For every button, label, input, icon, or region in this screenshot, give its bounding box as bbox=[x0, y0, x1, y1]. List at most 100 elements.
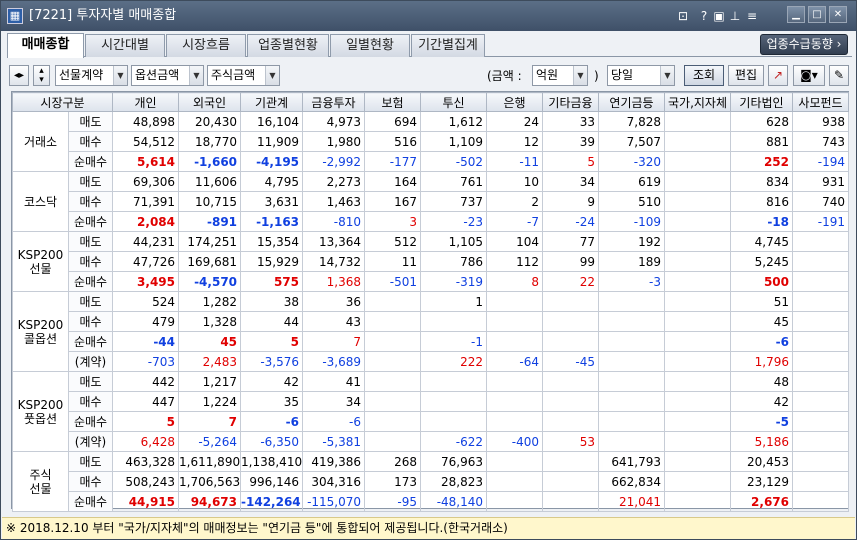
value-cell: -6 bbox=[730, 331, 794, 352]
table-row[interactable]: 매수 508,243 1,706,563 996,146 304,316 173 28,82… bbox=[13, 471, 850, 492]
amount-unit-select[interactable]: 억원 ▼ bbox=[532, 65, 588, 86]
tab-bar: 매매종합 시간대별 시장흐름 업종별현황 일별현황 기간별집계 업종수급동향 › bbox=[7, 33, 852, 58]
column-header[interactable]: 연기금등 bbox=[598, 92, 666, 112]
close-button[interactable]: ✕ bbox=[829, 6, 847, 23]
main-window: ▦ [7221] 투자자별 매매종합 ⊡ ? ▣ ⊥ ≡ ▁ □ ✕ 매매종합 … bbox=[0, 0, 857, 540]
value-cell bbox=[792, 471, 850, 492]
table-row[interactable]: 순매수 -44 45 5 7 -1 -6 bbox=[13, 331, 850, 352]
screen-icon[interactable]: ▣ bbox=[713, 9, 725, 23]
column-header[interactable]: 투신 bbox=[420, 92, 488, 112]
column-header[interactable]: 보험 bbox=[364, 92, 422, 112]
column-header[interactable]: 기타법인 bbox=[730, 92, 794, 112]
table-row[interactable]: 매수 447 1,224 35 34 42 bbox=[13, 391, 850, 412]
stock-amount-select[interactable]: 주식금액 ▼ bbox=[207, 65, 280, 86]
column-header[interactable]: 기관계 bbox=[240, 92, 304, 112]
market-category: KSP200 콜옵션 bbox=[12, 291, 69, 372]
value-cell bbox=[664, 251, 732, 272]
tab-daily[interactable]: 일별현황 bbox=[330, 34, 410, 57]
value-cell: -1,660 bbox=[178, 151, 242, 172]
value-cell bbox=[598, 311, 666, 332]
row-type-label: (계약) bbox=[67, 351, 114, 372]
value-cell: 33 bbox=[542, 111, 600, 132]
contract-select[interactable]: 선물계약 ▼ bbox=[55, 65, 128, 86]
value-cell: 77 bbox=[542, 231, 600, 252]
swap-horizontal-icon[interactable]: ◂▸ bbox=[9, 65, 29, 86]
pin-icon[interactable]: ⊡ bbox=[677, 9, 689, 23]
value-cell: -400 bbox=[486, 431, 544, 452]
table-row[interactable]: KSP200 풋옵션 매도 442 1,217 42 41 48 bbox=[12, 371, 850, 452]
table-row[interactable]: (계약) 6,428 -5,264 -6,350 -5,381 -622 -400 53 5,1… bbox=[13, 431, 850, 452]
table-row[interactable]: 매수 479 1,328 44 43 45 bbox=[13, 311, 850, 332]
maximize-button[interactable]: □ bbox=[808, 6, 826, 23]
value-cell: 1,217 bbox=[178, 371, 242, 392]
camera-icon[interactable]: ◙▾ bbox=[793, 65, 825, 86]
swap-vertical-icon[interactable]: ▴ ▾ bbox=[33, 65, 50, 86]
query-button[interactable]: 조회 bbox=[684, 65, 724, 86]
minimize-button[interactable]: ▁ bbox=[787, 6, 805, 23]
value-cell: -501 bbox=[364, 271, 422, 292]
value-cell bbox=[664, 331, 732, 352]
table-row[interactable]: 거래소 매도 48,898 20,430 16,104 4,973 694 1,612 24 33… bbox=[12, 111, 850, 172]
table-row[interactable]: 주식 선물 매도 463,328 1,611,890 1,138,410 419,386 26… bbox=[12, 451, 850, 512]
value-cell: 2 bbox=[486, 191, 544, 212]
tab-period-aggregate[interactable]: 기간별집계 bbox=[411, 34, 485, 57]
value-cell: 442 bbox=[112, 371, 180, 392]
tab-by-time[interactable]: 시간대별 bbox=[85, 34, 165, 57]
value-cell: 575 bbox=[240, 271, 304, 292]
table-row[interactable]: 매수 71,391 10,715 3,631 1,463 167 737 2 9 510 816 74… bbox=[13, 191, 850, 212]
chevron-down-icon: ▼ bbox=[660, 66, 674, 85]
tab-trade-summary[interactable]: 매매종합 bbox=[7, 33, 84, 58]
value-cell bbox=[364, 411, 422, 432]
value-cell: 53 bbox=[542, 431, 600, 452]
market-category: 코스닥 bbox=[12, 171, 69, 232]
period-value: 당일 bbox=[611, 68, 634, 82]
table-row[interactable]: 순매수 2,084 -891 -1,163 -810 3 -23 -7 -24 -109 -18 -1… bbox=[13, 211, 850, 232]
column-header[interactable]: 기타금융 bbox=[542, 92, 600, 112]
settings-icon[interactable]: ≡ bbox=[746, 9, 758, 23]
row-type-label: 매도 bbox=[67, 451, 114, 472]
table-row[interactable]: 순매수 3,495 -4,570 575 1,368 -501 -319 8 22 -3 500 bbox=[13, 271, 850, 292]
column-header[interactable]: 개인 bbox=[112, 92, 180, 112]
chart-icon[interactable]: ↗ bbox=[768, 65, 788, 86]
column-header[interactable]: 외국인 bbox=[178, 92, 242, 112]
value-cell bbox=[792, 391, 850, 412]
value-cell: 3,495 bbox=[112, 271, 180, 292]
value-cell bbox=[486, 291, 544, 312]
column-header[interactable]: 국가,지자체 bbox=[664, 92, 732, 112]
tab-market-flow[interactable]: 시장흐름 bbox=[166, 34, 246, 57]
edit-button[interactable]: 편집 bbox=[728, 65, 764, 86]
help-icon[interactable]: ? bbox=[698, 9, 710, 23]
table-row[interactable]: KSP200 선물 매도 44,231 174,251 15,354 13,364 512 1,… bbox=[12, 231, 850, 292]
industry-flow-button[interactable]: 업종수급동향 › bbox=[760, 34, 848, 55]
value-cell: 6,428 bbox=[112, 431, 180, 452]
value-cell bbox=[598, 351, 666, 372]
table-row[interactable]: KSP200 콜옵션 매도 524 1,282 38 36 1 51 bbox=[12, 291, 850, 372]
value-cell: 23,129 bbox=[730, 471, 794, 492]
value-cell: 662,834 bbox=[598, 471, 666, 492]
table-row[interactable]: 순매수 5 7 -6 -6 -5 bbox=[13, 411, 850, 432]
table-row[interactable]: 순매수 44,915 94,673 -142,264 -115,070 -95 -48,14… bbox=[13, 491, 850, 512]
column-header[interactable]: 시장구분 bbox=[11, 92, 114, 112]
value-cell bbox=[664, 131, 732, 152]
link-icon[interactable]: ⊥ bbox=[729, 9, 741, 23]
title-bar: ▦ [7221] 투자자별 매매종합 ⊡ ? ▣ ⊥ ≡ ▁ □ ✕ bbox=[1, 1, 856, 31]
value-cell: 1,224 bbox=[178, 391, 242, 412]
tab-by-industry[interactable]: 업종별현황 bbox=[247, 34, 329, 57]
value-cell: 48 bbox=[730, 371, 794, 392]
table-row[interactable]: 매수 54,512 18,770 11,909 1,980 516 1,109 12 39 7,5… bbox=[13, 131, 850, 152]
table-row[interactable]: 순매수 5,614 -1,660 -4,195 -2,992 -177 -502 -11 5 -3… bbox=[13, 151, 850, 172]
table-row[interactable]: (계약) -703 2,483 -3,576 -3,689 222 -64 -45 1,796 bbox=[13, 351, 850, 372]
value-cell: 28,823 bbox=[420, 471, 488, 492]
wrench-icon[interactable]: ✎ bbox=[829, 65, 849, 86]
option-amount-select[interactable]: 옵션금액 ▼ bbox=[131, 65, 204, 86]
column-header[interactable]: 금융투자 bbox=[302, 92, 366, 112]
column-header[interactable]: 은행 bbox=[486, 92, 544, 112]
value-cell: 524 bbox=[112, 291, 180, 312]
value-cell: -45 bbox=[542, 351, 600, 372]
value-cell: 516 bbox=[364, 131, 422, 152]
period-select[interactable]: 당일 ▼ bbox=[607, 65, 675, 86]
table-row[interactable]: 매수 47,726 169,681 15,929 14,732 11 786 112 99 189… bbox=[13, 251, 850, 272]
table-row[interactable]: 코스닥 매도 69,306 11,606 4,795 2,273 164 761 10 34 619… bbox=[12, 171, 850, 232]
column-header[interactable]: 사모펀드 bbox=[792, 92, 850, 112]
value-cell bbox=[486, 331, 544, 352]
